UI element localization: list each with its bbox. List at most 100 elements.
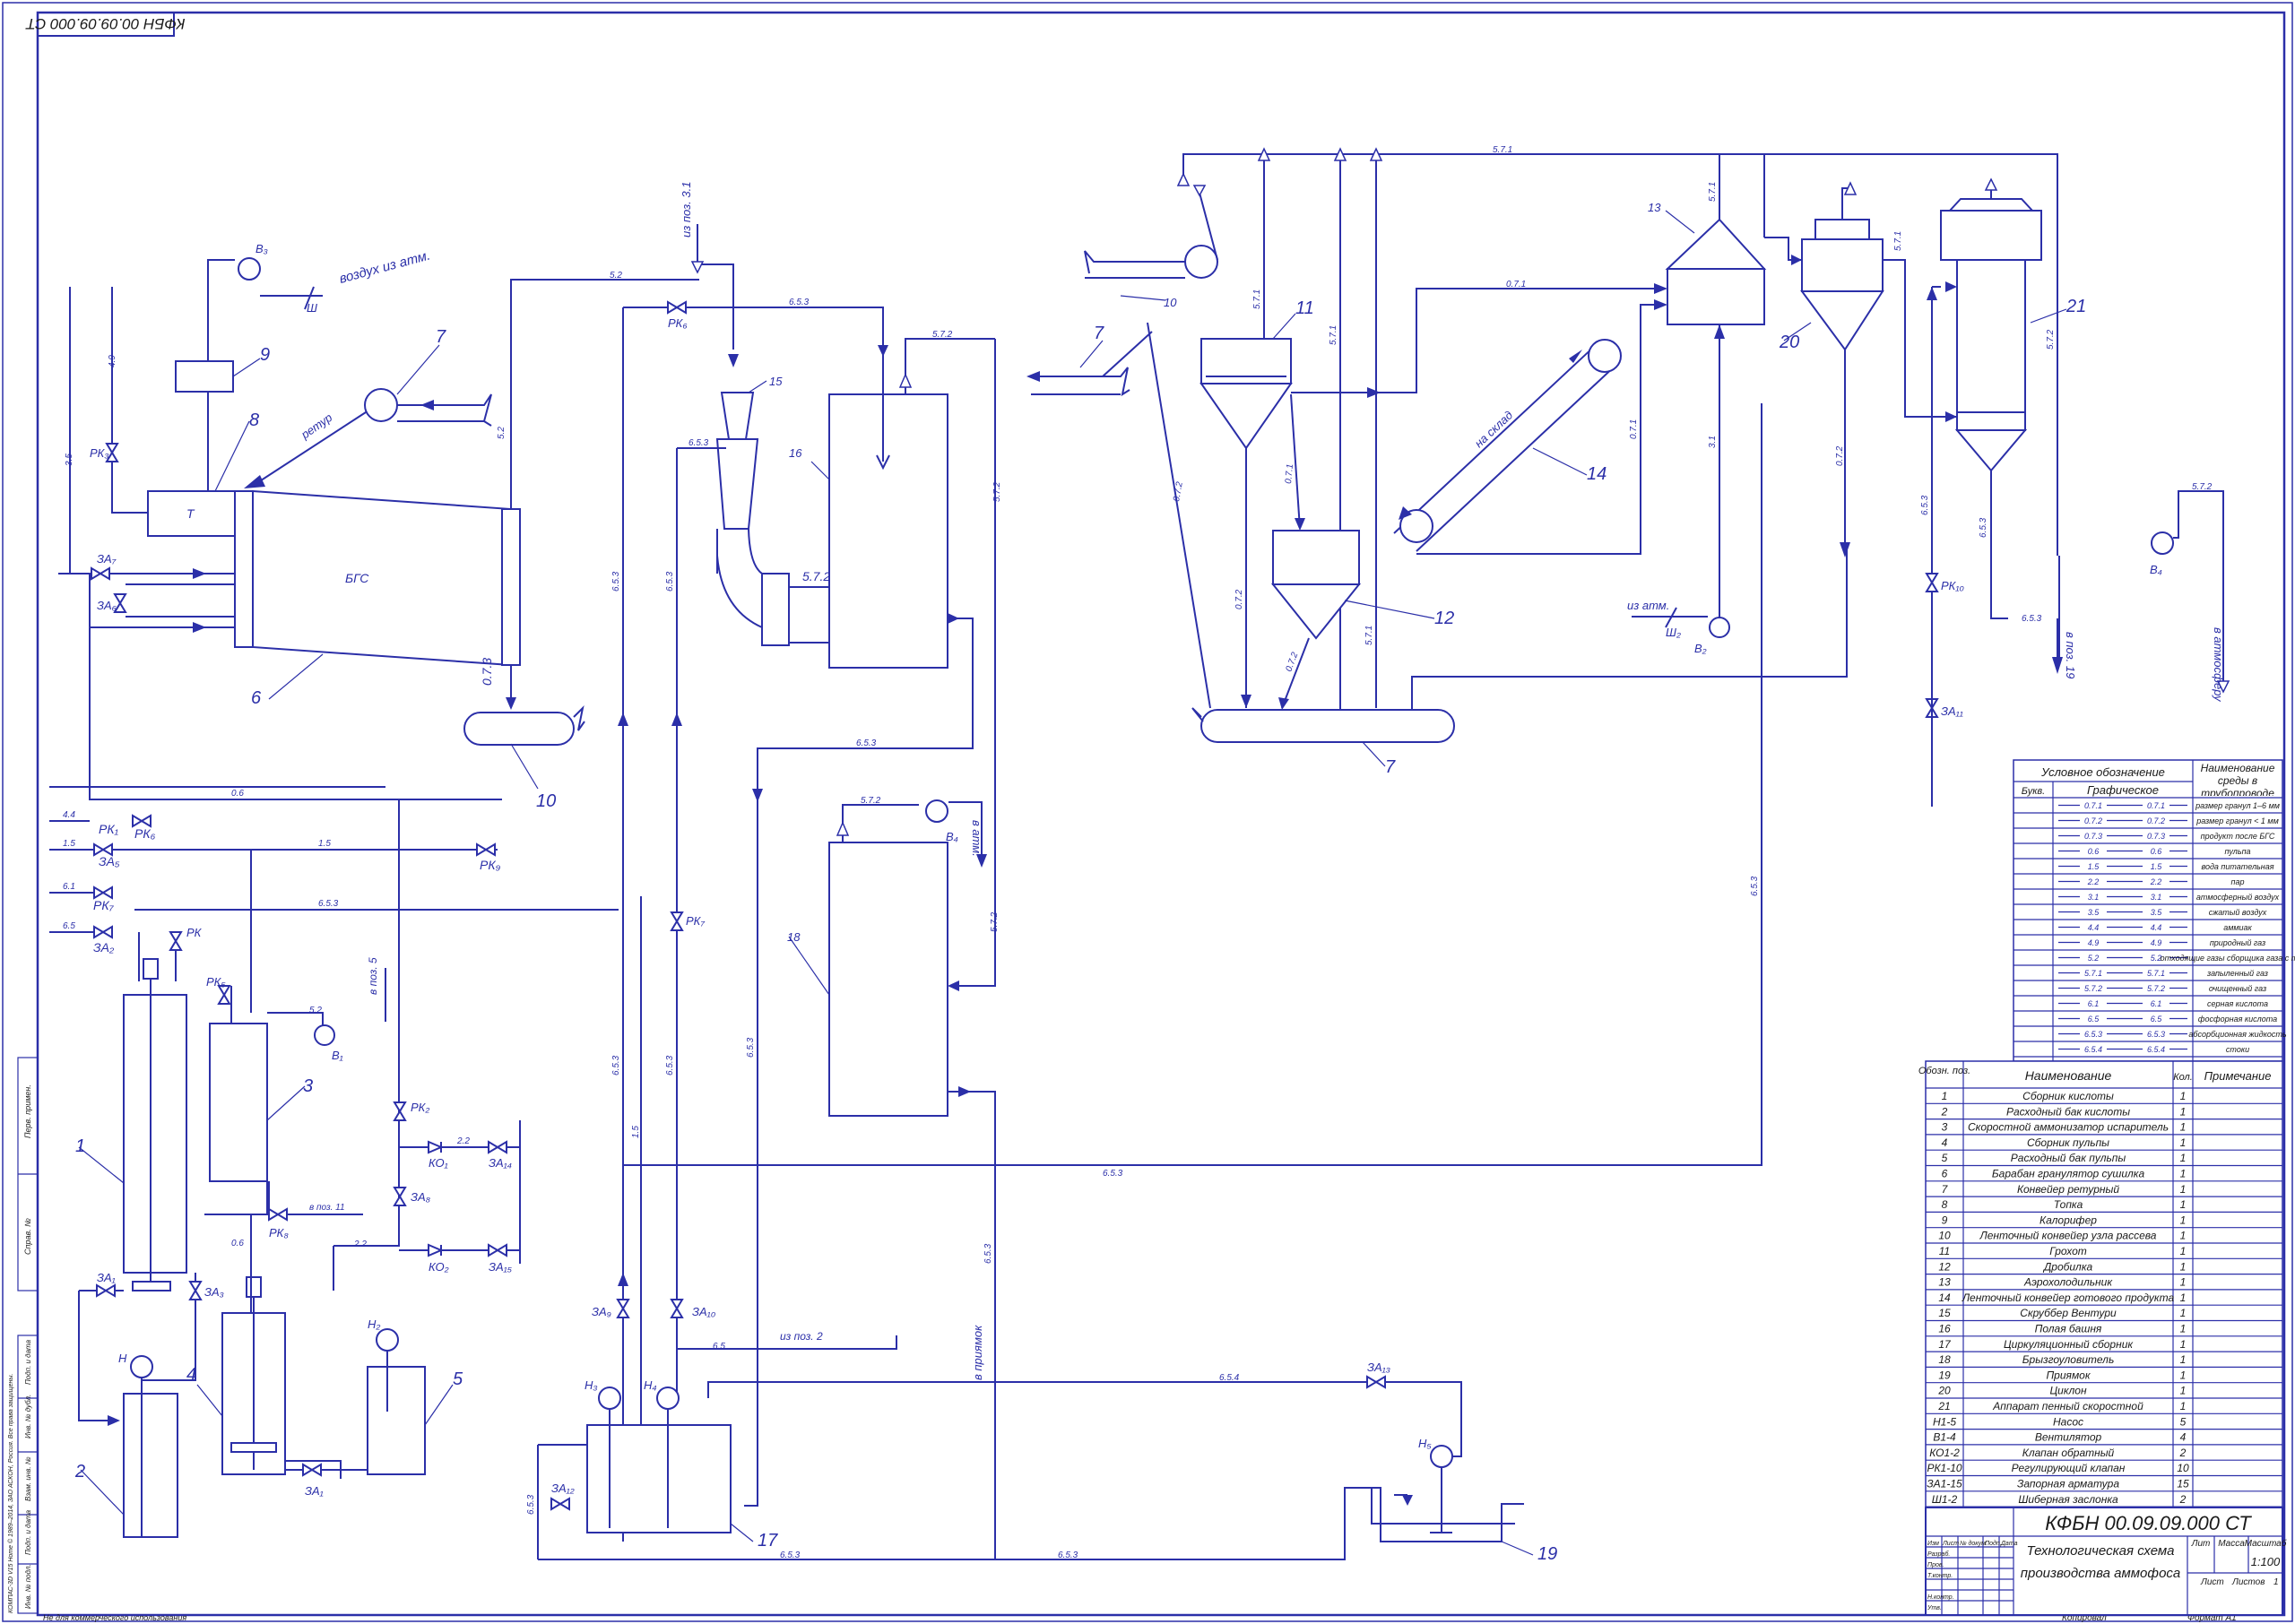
spec-name: Дробилка xyxy=(2042,1260,2093,1273)
legend-code: 5.7.2 xyxy=(2147,984,2165,993)
svg-text:5.7.2: 5.7.2 xyxy=(802,569,830,583)
process-flow-diagram: КФБН 00.09.09.000 СТ Перв. примен. Справ… xyxy=(2,2,2295,1623)
svg-text:ЗА₁₂: ЗА₁₂ xyxy=(551,1481,575,1495)
spec-name: Полая башня xyxy=(2035,1323,2102,1335)
svg-text:5.7.2: 5.7.2 xyxy=(2046,329,2056,350)
spec-pos: Ш1-2 xyxy=(1932,1493,1958,1506)
spec-pos: 10 xyxy=(1938,1230,1951,1242)
svg-text:Н: Н xyxy=(118,1352,127,1365)
legend-medium-name: серная кислота xyxy=(2207,999,2268,1008)
label-pos-14: 14 xyxy=(1587,464,1606,484)
legend-medium-name: размер гранул < 1 мм xyxy=(2195,816,2279,825)
legend-code: 4.4 xyxy=(2088,923,2100,932)
svg-text:ЗА₃: ЗА₃ xyxy=(204,1285,224,1299)
spec-pos: 3 xyxy=(1942,1121,1948,1134)
spec-name: Конвейер ретурный xyxy=(2017,1183,2119,1196)
svg-text:3.5: 3.5 xyxy=(65,454,74,466)
stamp-sign: Подп. xyxy=(1985,1540,2002,1547)
legend-code: 6.5.3 xyxy=(2084,1030,2102,1039)
spec-pos: 8 xyxy=(1942,1198,1948,1211)
spec-name: Сборник кислоты xyxy=(2022,1090,2114,1102)
spec-qty: 2 xyxy=(2179,1447,2187,1459)
svg-text:6.5: 6.5 xyxy=(63,921,75,931)
spec-pos: 14 xyxy=(1938,1291,1951,1304)
spec-name: Барабан гранулятор сушилка xyxy=(1992,1168,2145,1180)
legend-code: 0.6 xyxy=(2088,847,2100,856)
spec-name: Шиберная заслонка xyxy=(2018,1493,2118,1506)
label-to-pos-5: в поз. 5 xyxy=(367,957,379,995)
spec-name: Регулирующий клапан xyxy=(2012,1462,2126,1474)
label-pos-13: 13 xyxy=(1648,201,1661,214)
svg-text:6.5.3: 6.5.3 xyxy=(1920,495,1930,515)
svg-text:ЗА₁₅: ЗА₁₅ xyxy=(489,1260,513,1274)
label-pos-21: 21 xyxy=(2066,297,2086,316)
legend-medium-name: абсорбционная жидкость xyxy=(2188,1030,2286,1039)
legend-code: 5.7.1 xyxy=(2084,969,2102,978)
valve-label-za2: ЗА₂ xyxy=(93,940,115,955)
spec-name: Аэрохолодильник xyxy=(2023,1276,2113,1289)
svg-text:В₁: В₁ xyxy=(332,1049,343,1062)
sheets-count: 1 xyxy=(2273,1577,2279,1587)
svg-text:5.7.2: 5.7.2 xyxy=(2192,482,2213,492)
label-from-pos-2: из поз. 2 xyxy=(780,1330,823,1343)
spec-pos: РК1-10 xyxy=(1927,1462,1962,1474)
label-pos-17: 17 xyxy=(758,1531,778,1551)
label-to-pit: в приямок xyxy=(971,1325,984,1380)
legend-medium-name: природный газ xyxy=(2210,938,2265,947)
stamp-doc: № докум. xyxy=(1960,1540,1988,1547)
spec-qty: 1 xyxy=(2180,1152,2187,1164)
legend-code: 4.9 xyxy=(2151,938,2162,947)
legend-code: 0.7.1 xyxy=(2147,801,2165,810)
spec-qty: 1 xyxy=(2180,1307,2187,1319)
title-block: КФБН 00.09.09.000 СТ Технологическая схе… xyxy=(1925,1507,2287,1616)
legend-table: Условное обозначение Букв. Графическое Н… xyxy=(2013,759,2295,1062)
legend-code: 3.5 xyxy=(2151,908,2163,917)
spec-qty: 1 xyxy=(2180,1168,2187,1180)
spec-qty: 1 xyxy=(2180,1105,2187,1118)
legend-header-symbol: Условное обозначение xyxy=(2040,765,2165,779)
stamp-ncontrol: Н.контр. xyxy=(1927,1594,1954,1601)
legend-code: 0.7.2 xyxy=(2084,816,2102,825)
spec-pos: 21 xyxy=(1937,1400,1950,1412)
valve-label-rk7: РК₇ xyxy=(93,898,115,912)
svg-text:0.7.2: 0.7.2 xyxy=(1234,589,1244,609)
legend-header-medium: Наименование среды в трубопроводе xyxy=(2200,762,2275,796)
label-air-from-atm: воздух из атм. xyxy=(338,247,432,286)
spec-qty: 1 xyxy=(2180,1291,2187,1304)
svg-text:6.5.3: 6.5.3 xyxy=(2022,614,2042,624)
svg-text:Н₅: Н₅ xyxy=(1418,1437,1432,1450)
spec-pos: 15 xyxy=(1938,1307,1951,1319)
spec-name: Расходный бак пульпы xyxy=(2011,1152,2126,1164)
stamp-developer: Разраб. xyxy=(1927,1551,1950,1558)
svg-text:5.7.1: 5.7.1 xyxy=(1364,626,1374,645)
stamp-izm: Изм xyxy=(1927,1541,1939,1547)
spec-pos: 12 xyxy=(1938,1260,1951,1273)
spec-qty: 1 xyxy=(2180,1323,2187,1335)
svg-text:ЗА₁₀: ЗА₁₀ xyxy=(692,1305,716,1318)
svg-text:РК₈: РК₈ xyxy=(269,1226,289,1240)
label-to-pos-19: в поз. 19 xyxy=(2064,632,2077,678)
svg-text:ЗА₉: ЗА₉ xyxy=(592,1305,611,1318)
label-pos-2: 2 xyxy=(74,1462,85,1481)
svg-text:6.5.3: 6.5.3 xyxy=(1750,876,1760,896)
legend-code: 6.5.4 xyxy=(2147,1045,2165,1054)
legend-medium-name: продукт после БГС xyxy=(2201,832,2275,841)
spec-qty: 1 xyxy=(2180,1183,2187,1196)
svg-text:ЗА₈: ЗА₈ xyxy=(411,1190,431,1204)
svg-text:В₃: В₃ xyxy=(255,242,268,255)
svg-text:6.5.3: 6.5.3 xyxy=(665,1055,675,1075)
legend-code: 3.1 xyxy=(2088,893,2100,902)
svg-text:0.7.1: 0.7.1 xyxy=(1629,419,1639,439)
spec-name: Аппарат пенный скоростной xyxy=(1992,1400,2143,1412)
spec-header-qty: Кол. xyxy=(2173,1072,2193,1083)
legend-medium-name: пульпа xyxy=(2224,847,2250,856)
legend-medium-name: атмосферный воздух xyxy=(2196,893,2280,902)
noncommercial-note: Не для коммерческого использования xyxy=(43,1613,186,1622)
spec-name: Циркуляционный сборник xyxy=(2004,1338,2134,1351)
svg-text:КО₁: КО₁ xyxy=(429,1156,448,1170)
spec-name: Клапан обратный xyxy=(2022,1447,2115,1459)
svg-text:16: 16 xyxy=(789,446,802,460)
spec-qty: 1 xyxy=(2180,1338,2187,1351)
legend-medium-name: очищенный газ xyxy=(2209,984,2266,993)
legend-code: 6.1 xyxy=(2151,999,2162,1008)
